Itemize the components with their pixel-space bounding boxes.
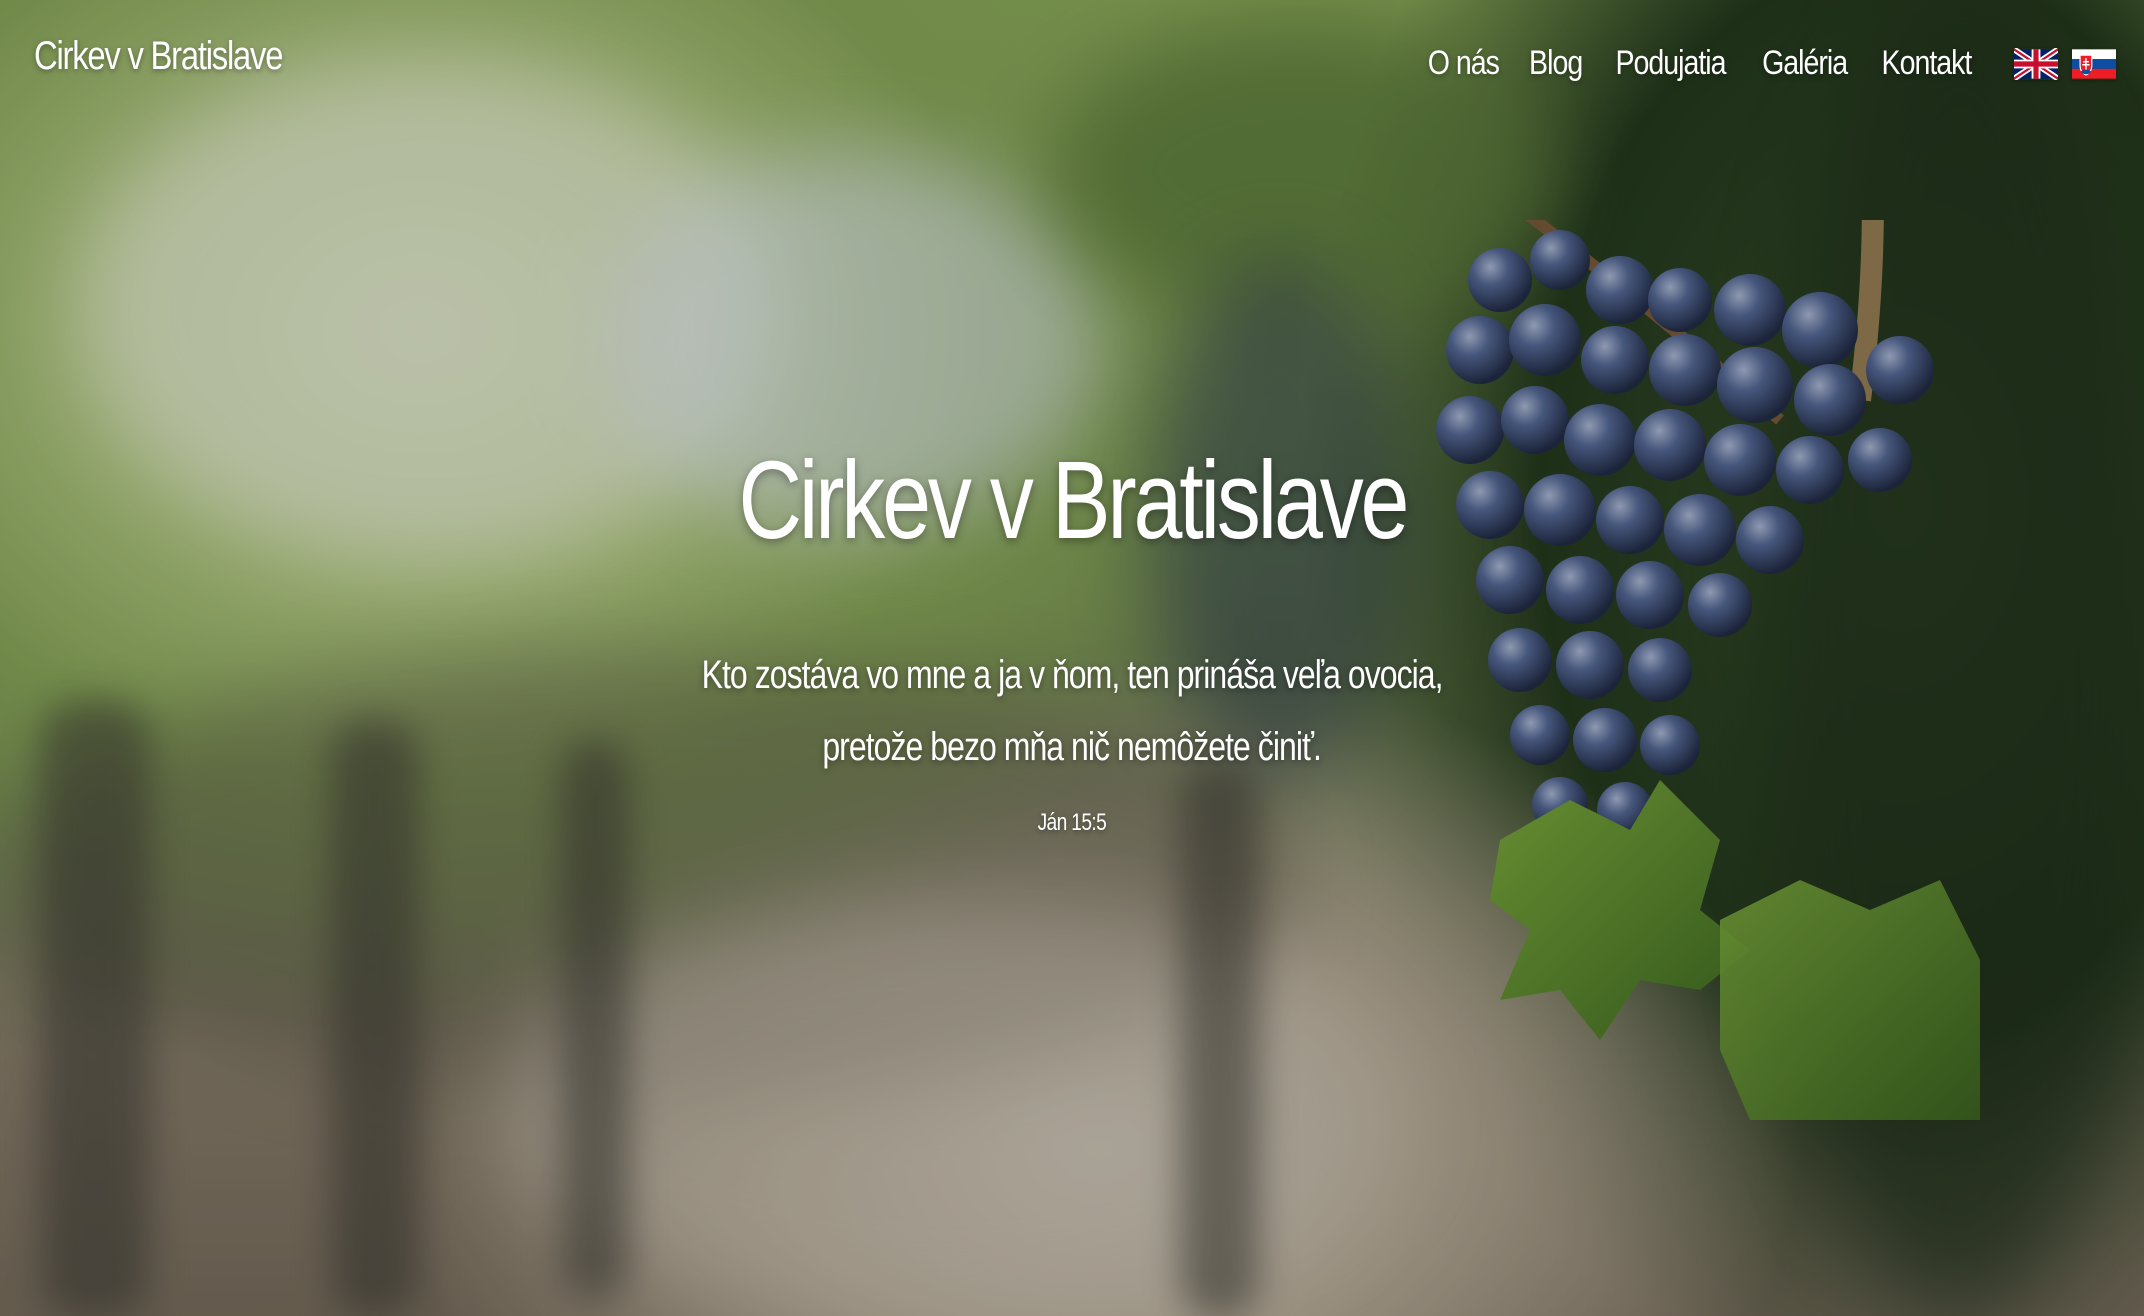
nav-item-galeria[interactable]: Galéria bbox=[1762, 44, 1848, 83]
slovak-flag-icon[interactable] bbox=[2072, 48, 2116, 80]
nav-item-o-nas[interactable]: O nás bbox=[1428, 44, 1500, 83]
nav-item-kontakt[interactable]: Kontakt bbox=[1882, 44, 1973, 83]
hero-reference-text: Ján 15:5 bbox=[1037, 809, 1107, 836]
language-switcher bbox=[2014, 47, 2116, 80]
hero-verse-reference: Ján 15:5 bbox=[0, 809, 2144, 837]
hero-verse-line-2: pretože bezo mňa nič nemôžete činiť. bbox=[822, 725, 1323, 769]
nav-item-blog[interactable]: Blog bbox=[1529, 44, 1583, 83]
hero-verse-line-1: Kto zostáva vo mne a ja v ňom, ten priná… bbox=[701, 653, 1444, 697]
hero-verse: Kto zostáva vo mne a ja v ňom, ten priná… bbox=[0, 639, 2144, 783]
hero-title: Cirkev v Bratislave bbox=[738, 439, 1409, 562]
hero-section: Cirkev v Bratislave Kto zostáva vo mne a… bbox=[0, 440, 2144, 837]
site-brand-link[interactable]: Cirkev v Bratislave bbox=[34, 34, 283, 79]
main-nav: O nás Blog Podujatia Galéria Kontakt bbox=[1427, 44, 2116, 83]
nav-item-podujatia[interactable]: Podujatia bbox=[1615, 44, 1726, 83]
uk-flag-icon[interactable] bbox=[2014, 47, 2058, 80]
navbar: Cirkev v Bratislave O nás Blog Podujatia… bbox=[0, 0, 2144, 140]
